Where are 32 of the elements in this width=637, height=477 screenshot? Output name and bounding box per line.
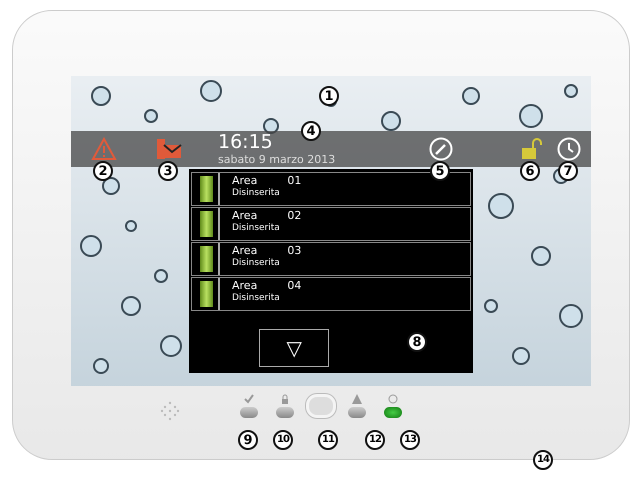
area-state: Disinserita <box>232 258 281 269</box>
envelope-icon[interactable] <box>156 137 182 161</box>
padlock-icon[interactable] <box>519 137 543 161</box>
area-label: Area <box>232 208 258 223</box>
callout-number: 14 <box>533 450 553 470</box>
area-state: Disinserita <box>232 188 281 199</box>
area-row[interactable]: Area 04 Disinserita <box>191 277 471 311</box>
time-text: 16:15 <box>218 131 273 153</box>
area-row[interactable]: Area 02 Disinserita <box>191 207 471 241</box>
callout-number: 10 <box>273 430 293 450</box>
area-number: 03 <box>287 243 302 258</box>
power-icon <box>388 394 398 404</box>
callout-number: 11 <box>318 430 338 450</box>
area-state: Disinserita <box>232 223 281 234</box>
microphone-holes-icon <box>159 400 181 422</box>
area-state: Disinserita <box>232 293 281 304</box>
checkmark-icon <box>244 394 254 404</box>
warning-icon <box>352 394 362 404</box>
area-label: Area <box>232 278 258 293</box>
area-label: Area <box>232 173 258 188</box>
scroll-down-button[interactable]: ▽ <box>259 329 329 367</box>
area-number: 04 <box>287 278 302 293</box>
date-text: sabato 9 marzo 2013 <box>218 153 336 166</box>
callout-number: 12 <box>365 430 385 450</box>
callout-number: 9 <box>238 430 258 450</box>
area-number: 02 <box>287 208 302 223</box>
callout-number: 13 <box>400 430 420 450</box>
padlock-icon <box>280 394 290 404</box>
area-number: 01 <box>287 173 302 188</box>
clock-icon[interactable] <box>557 137 581 161</box>
area-row[interactable]: Area 03 Disinserita <box>191 242 471 276</box>
area-label: Area <box>232 243 258 258</box>
